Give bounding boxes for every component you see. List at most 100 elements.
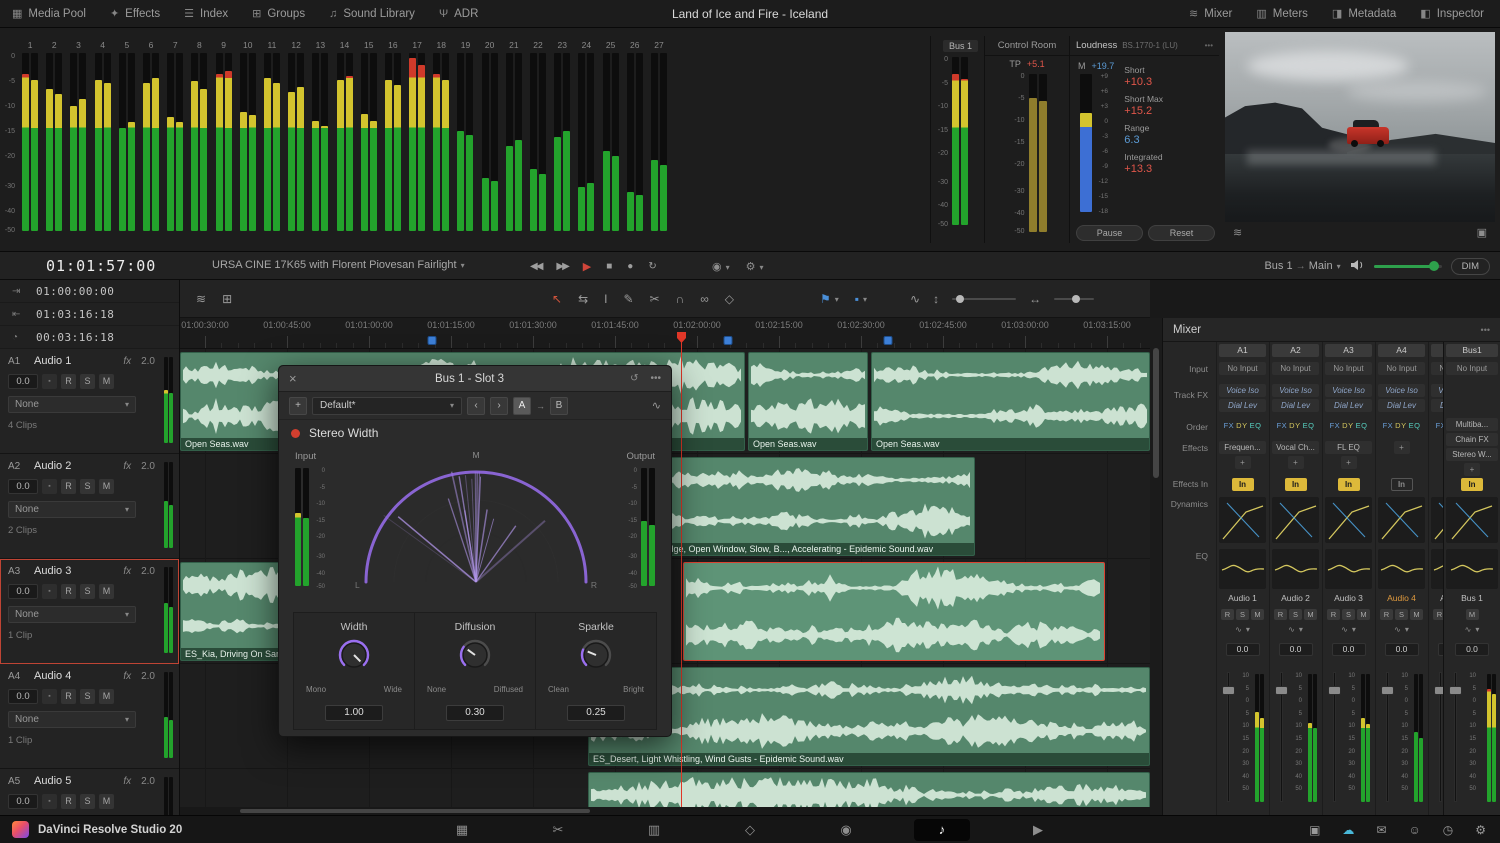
add-effect-button[interactable]: + — [1235, 456, 1251, 469]
timeline-marker[interactable] — [724, 336, 733, 345]
lock-icon[interactable]: ▪ — [42, 584, 57, 599]
add-effect-button[interactable]: + — [1341, 456, 1357, 469]
loop-button[interactable]: ↻ — [648, 261, 656, 272]
effects-in-button[interactable]: In — [1391, 478, 1413, 491]
order-indicator[interactable]: FXDYEQ — [1272, 421, 1319, 430]
track-group-dropdown[interactable]: None▾ — [8, 711, 136, 728]
add-effect-button[interactable]: + — [1464, 463, 1480, 476]
page-edit[interactable]: ▥ — [626, 819, 682, 841]
topbar-sound-library-button[interactable]: ♫Sound Library — [317, 0, 427, 27]
track-s-button[interactable]: S — [80, 374, 95, 389]
track-m-button[interactable]: M — [99, 794, 114, 809]
link-tool[interactable]: ∞ — [700, 292, 709, 306]
track-header-A1[interactable]: A1Audio 1fx2.00.0▪RSMNone▾4 Clips — [0, 349, 179, 454]
strip-m-button[interactable]: M — [1466, 609, 1479, 620]
rewind-button[interactable]: ◀◀ — [530, 261, 541, 272]
marker-menu[interactable]: ▪▾ — [855, 292, 867, 306]
page-fusion[interactable]: ◇ — [722, 819, 778, 841]
bypass-icon[interactable]: ∿ — [652, 399, 661, 412]
track-fx-slot[interactable]: Voice Iso — [1272, 384, 1319, 397]
eq-graph[interactable] — [1272, 549, 1319, 589]
dynamics-graph[interactable] — [1219, 497, 1266, 543]
track-fx-slot[interactable]: Dial Lev — [1378, 399, 1425, 412]
pencil-tool[interactable]: ✎ — [623, 292, 633, 306]
vertical-zoom-icon[interactable]: ↕ — [933, 292, 939, 306]
davinci-logo[interactable] — [12, 821, 29, 838]
effects-in-button[interactable]: In — [1285, 478, 1307, 491]
track-s-button[interactable]: S — [80, 794, 95, 809]
next-preset-button[interactable]: › — [490, 397, 508, 415]
track-volume[interactable]: 0.0 — [8, 479, 38, 494]
timeline-ruler[interactable]: 01:00:30:0001:00:45:0001:01:00:0001:01:1… — [180, 318, 1150, 349]
order-indicator[interactable]: FXDYEQ — [1219, 421, 1266, 430]
track-group-dropdown[interactable]: None▾ — [8, 501, 136, 518]
preset-dropdown[interactable]: Default*▾ — [312, 397, 462, 415]
fader-handle[interactable] — [1275, 686, 1288, 695]
collaboration-icon[interactable]: ☺ — [1408, 823, 1420, 837]
topbar-mixer-button[interactable]: ≋Mixer — [1177, 0, 1244, 27]
track-r-button[interactable]: R — [61, 479, 76, 494]
track-volume[interactable]: 0.0 — [8, 374, 38, 389]
dynamics-graph[interactable] — [1446, 497, 1498, 543]
automation-controls[interactable]: ∿▾ — [1446, 625, 1498, 634]
topbar-metadata-button[interactable]: ◨Metadata — [1320, 0, 1408, 27]
lock-icon[interactable]: ▪ — [42, 794, 57, 809]
strip-m-button[interactable]: M — [1410, 609, 1423, 620]
trim-tool[interactable]: ⇆ — [578, 292, 588, 306]
track-r-button[interactable]: R — [61, 584, 76, 599]
track-volume[interactable]: 0.0 — [8, 584, 38, 599]
hscroll-thumb[interactable] — [240, 809, 590, 813]
dynamics-graph[interactable] — [1325, 497, 1372, 543]
strip-r-button[interactable]: R — [1327, 609, 1340, 620]
automation-controls[interactable]: ∿▾ — [1325, 625, 1372, 634]
topbar-meters-button[interactable]: ▥Meters — [1244, 0, 1320, 27]
timeline-view-options-icon[interactable]: ≋ — [196, 292, 206, 306]
scroll-slider-handle[interactable] — [1072, 295, 1080, 303]
strip-s-button[interactable]: S — [1395, 609, 1408, 620]
effect-slot[interactable]: Multiba... — [1446, 418, 1498, 431]
page-fairlight[interactable]: ♪ — [914, 819, 970, 841]
effects-in-button[interactable]: In — [1232, 478, 1254, 491]
messages-icon[interactable]: ✉ — [1376, 823, 1386, 837]
strip-m-button[interactable]: M — [1304, 609, 1317, 620]
strip-r-button[interactable]: R — [1380, 609, 1393, 620]
knob-value[interactable]: 1.00 — [325, 705, 383, 721]
volume-handle[interactable] — [1429, 261, 1439, 271]
options-icon[interactable]: ••• — [1205, 41, 1213, 50]
fader-handle[interactable] — [1328, 686, 1341, 695]
strip-tab[interactable]: A1 — [1219, 344, 1266, 357]
stop-button[interactable]: ■ — [606, 261, 612, 272]
strip-m-button[interactable]: M — [1357, 609, 1370, 620]
track-header-A2[interactable]: A2Audio 2fx2.00.0▪RSMNone▾2 Clips — [0, 454, 179, 559]
channel-fader[interactable]: 10505101520304050 — [1378, 668, 1425, 810]
vscroll-thumb[interactable] — [1153, 348, 1159, 478]
order-indicator[interactable]: FXDYEQ — [1378, 421, 1425, 430]
strip-tab[interactable]: A4 — [1378, 344, 1425, 357]
record-button[interactable]: ● — [627, 261, 633, 272]
undo-icon[interactable]: ↺ — [630, 373, 638, 384]
zoom-slider[interactable] — [952, 298, 1016, 300]
eq-graph[interactable] — [1219, 549, 1266, 589]
track-format-icon[interactable]: ⊞ — [222, 292, 232, 306]
track-volume[interactable]: 0.0 — [8, 794, 38, 809]
fader-handle[interactable] — [1222, 686, 1235, 695]
input-selector[interactable]: No Input — [1219, 362, 1266, 375]
timeline-selector[interactable]: URSA CINE 17K65 with Florent Piovesan Fa… — [212, 259, 465, 271]
channel-fader[interactable]: 10505101520304050 — [1272, 668, 1319, 810]
keyframe-tool[interactable]: ◇ — [725, 292, 734, 306]
playhead[interactable] — [681, 332, 682, 807]
razor-tool[interactable]: ✂ — [650, 292, 660, 306]
page-cut[interactable]: ✂ — [530, 819, 586, 841]
duration-timecode[interactable]: 00:03:16:18 — [36, 331, 114, 344]
effects-in-button[interactable]: In — [1338, 478, 1360, 491]
lock-icon[interactable]: ▪ — [42, 479, 57, 494]
speaker-icon[interactable] — [1350, 259, 1365, 274]
fader-value[interactable]: 0.0 — [1332, 643, 1366, 656]
audio-clip[interactable] — [683, 562, 1105, 661]
add-effect-button[interactable]: + — [1394, 441, 1410, 454]
automation-controls[interactable]: ∿▾ — [1272, 625, 1319, 634]
fader-value[interactable]: 0.0 — [1226, 643, 1260, 656]
timeline-marker[interactable] — [428, 336, 437, 345]
scroll-slider[interactable] — [1054, 298, 1094, 300]
track-header-A4[interactable]: A4Audio 4fx2.00.0▪RSMNone▾1 Clip — [0, 664, 179, 769]
